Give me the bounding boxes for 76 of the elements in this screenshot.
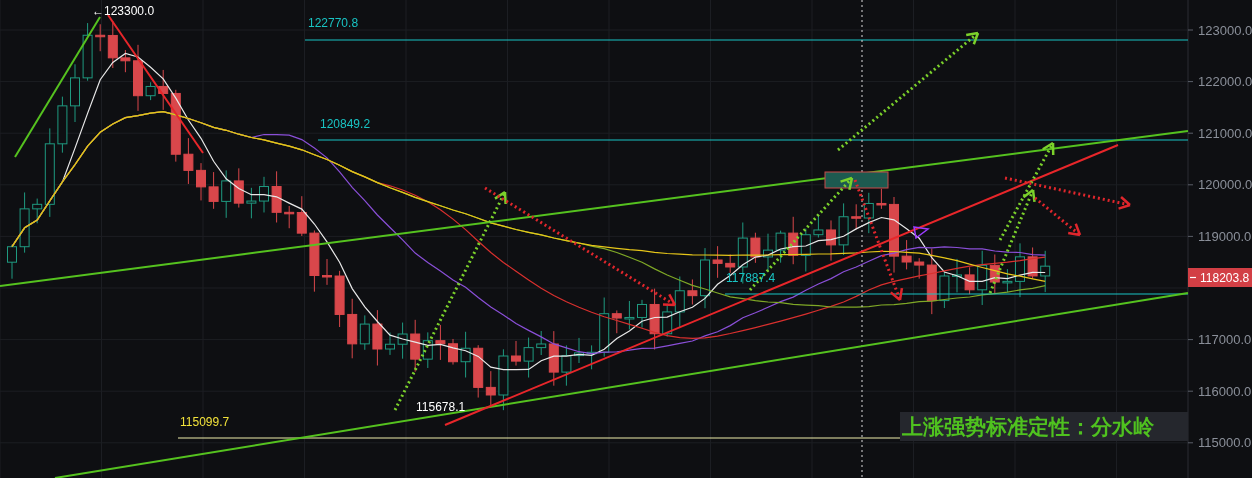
candle [989,254,1000,294]
candle [422,331,433,369]
candle [1027,246,1038,280]
candle [637,299,647,329]
candle [259,176,269,213]
candle [271,170,282,223]
candle [712,245,723,279]
candle [977,250,988,306]
price-axis-label: 119000.0 [1198,228,1252,244]
candle [826,219,836,262]
candle [498,348,509,411]
candle [145,81,156,101]
candle [460,331,471,378]
candle [372,309,383,366]
candle [800,228,811,273]
candle [246,187,257,219]
candle [19,191,30,254]
candle [876,188,887,210]
candle [624,300,635,330]
price-axis-label: 123000.0 [1198,22,1252,38]
candle [574,337,584,364]
price-axis-label: 117000.0 [1198,332,1252,348]
candle [901,239,912,270]
candle [309,230,320,293]
candle [511,340,521,367]
candle [952,258,962,293]
candle [196,162,206,201]
candle [750,232,761,264]
candle [410,319,421,373]
candle [82,22,93,82]
candle [939,271,950,309]
price-label: 115099.7 [180,415,230,429]
candle [7,244,17,280]
price-axis-label: 122000.0 [1198,74,1252,90]
annotation-banner: 上涨强势标准定性：分水岭 [900,412,1188,441]
candle [687,278,698,305]
candle [813,214,824,238]
candle [233,167,244,209]
candle [788,216,799,265]
price-label: 120849.2 [320,117,371,131]
triangle-marker-icon [913,226,930,240]
candle [1040,250,1051,293]
candle [221,169,232,219]
highlight-zone [824,171,889,189]
candle [763,233,773,272]
price-label: 122770.8 [308,16,359,30]
candle [586,344,597,370]
candle [120,49,131,73]
candle [649,288,660,350]
candle [435,324,446,361]
candle [838,202,849,256]
price-label: 115678.1 [416,400,466,414]
candle [964,266,975,295]
price-axis-label: 121000.0 [1198,125,1252,141]
price-label: ←123300.0 [92,4,155,18]
candle [1015,242,1025,298]
price-axis-label: 115000.0 [1198,435,1252,451]
price-axis-label: 120000.0 [1198,177,1252,193]
candle [183,137,194,185]
price-label: 117887.4 [726,271,776,285]
candle [334,270,345,328]
candle [70,63,80,123]
candle [322,258,332,286]
candle [523,337,534,379]
candle [1002,268,1013,293]
candle [448,338,458,366]
candle [700,247,710,309]
current-price-tag: 118203.8 [1188,268,1252,287]
price-axis-label: 116000.0 [1198,383,1252,399]
candle [561,344,572,387]
candle [57,96,68,154]
candle [397,322,408,360]
candle [775,230,786,264]
candle [385,332,395,356]
candle [208,171,219,210]
candle [133,44,143,112]
